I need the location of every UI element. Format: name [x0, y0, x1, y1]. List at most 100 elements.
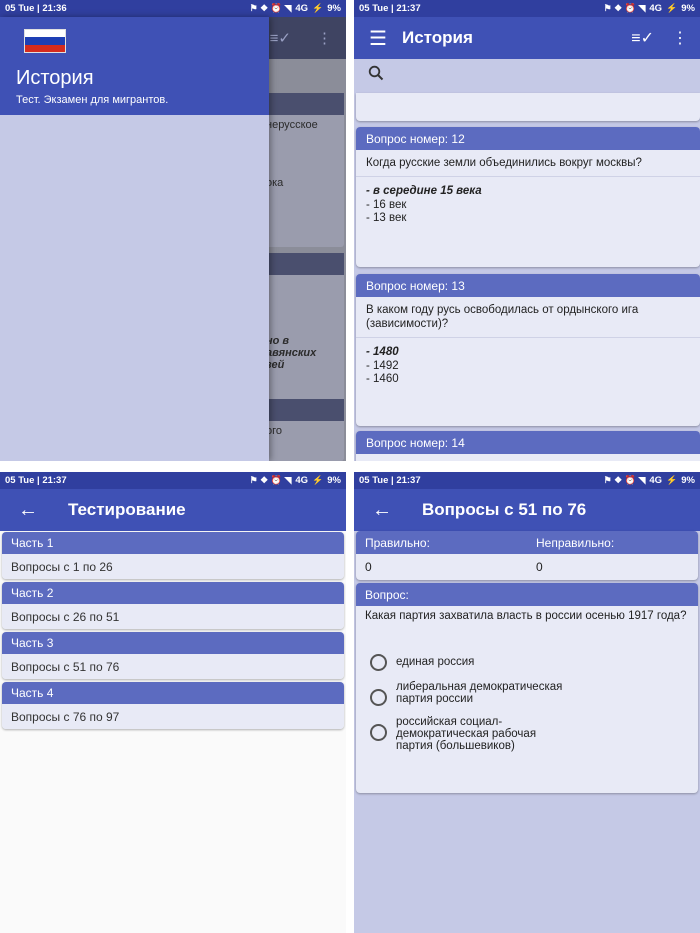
battery-level: 9% — [681, 475, 695, 486]
part-card[interactable]: Часть 4 Вопросы с 76 по 97 — [2, 682, 344, 729]
previous-card-tail — [356, 93, 700, 121]
screen-quiz: 05 Tue | 21:37 ⚑ ❖ ⏰ ◥ 4G ⚡ 9% ← Вопросы… — [354, 472, 700, 933]
part-title: Часть 4 — [2, 682, 344, 704]
option-label: единая россия — [396, 656, 475, 668]
question-card: Вопрос: Какая партия захватила власть в … — [356, 583, 698, 793]
question-text: Когда русские земли объединились вокруг … — [366, 157, 642, 169]
back-arrow-icon[interactable]: ← — [0, 499, 56, 522]
score-card: Правильно: Неправильно: 0 0 — [356, 531, 698, 580]
dimmed-text: ого — [266, 425, 283, 437]
option-label: российская социал-демократическая рабоча… — [396, 716, 537, 752]
question-text: В каком году русь освободилась от ордынс… — [366, 304, 639, 330]
dimmed-card: нерусское — [264, 93, 344, 167]
battery-icon: ⚡ — [666, 3, 678, 13]
network-label: 4G — [649, 3, 663, 14]
battery-level: 9% — [327, 475, 341, 486]
question-card[interactable]: Вопрос номер: 12 Когда русские земли объ… — [356, 127, 700, 267]
question-label: Вопрос: — [356, 583, 698, 606]
answer-item: - 1492 — [366, 359, 399, 372]
dimmed-card: ого — [264, 399, 344, 461]
part-title: Часть 2 — [2, 582, 344, 604]
page-title: Тестирование — [68, 500, 186, 519]
russian-flag-icon — [24, 29, 66, 53]
back-arrow-icon[interactable]: ← — [354, 499, 410, 522]
option-label: либеральная демократическая партия росси… — [396, 681, 563, 705]
question-card[interactable]: Вопрос номер: 14 — [356, 431, 700, 461]
search-bar[interactable] — [354, 59, 700, 91]
notification-icons: ⚑ ❖ ⏰ ◥ — [603, 475, 646, 485]
battery-icon: ⚡ — [312, 475, 324, 485]
screen-drawer-open: 05 Tue | 21:36 ⚑ ❖ ⏰ ◥ 4G ⚡ 9% ≡✓ ⋮ неру… — [0, 0, 346, 461]
answer-list: - 1480 - 1492 - 1460 — [356, 338, 700, 395]
part-title: Часть 1 — [2, 532, 344, 554]
app-bar: ☰ История ≡✓ ⋮ — [354, 17, 700, 59]
question-number: Вопрос номер: 14 — [356, 431, 700, 454]
part-card[interactable]: Часть 3 Вопросы с 51 по 76 — [2, 632, 344, 679]
notification-icons: ⚑ ❖ ⏰ ◥ — [249, 475, 292, 485]
battery-level: 9% — [681, 3, 695, 14]
part-range: Вопросы с 76 по 97 — [2, 704, 344, 729]
wrong-count: 0 — [536, 560, 543, 574]
search-icon[interactable] — [368, 65, 384, 86]
question-number: Вопрос номер: 13 — [356, 274, 700, 297]
checklist-icon: ≡✓ — [269, 30, 291, 47]
part-card[interactable]: Часть 2 Вопросы с 26 по 51 — [2, 582, 344, 629]
network-label: 4G — [649, 475, 663, 486]
radio-button[interactable] — [370, 654, 387, 671]
more-vert-icon[interactable]: ⋮ — [672, 28, 688, 48]
answer-item: - 1460 — [366, 373, 399, 385]
menu-icon[interactable]: ☰ — [354, 26, 402, 51]
question-card[interactable]: Вопрос номер: 13 В каком году русь освоб… — [356, 274, 700, 426]
app-bar: ← Тестирование — [0, 489, 346, 531]
app-bar: ← Вопросы с 51 по 76 — [354, 489, 700, 531]
checklist-icon[interactable]: ≡✓ — [631, 28, 654, 48]
correct-answer: - в середине 15 века — [366, 185, 482, 197]
dimmed-card: но в авянских зей — [264, 253, 344, 403]
dimmed-card: ока — [264, 157, 344, 247]
answer-option[interactable]: единая россия — [356, 654, 698, 671]
battery-icon: ⚡ — [666, 475, 678, 485]
dimmed-text: нерусское — [266, 119, 318, 131]
battery-level: 9% — [327, 3, 341, 14]
page-title: История — [402, 28, 473, 47]
answer-item: - 13 век — [366, 212, 407, 224]
question-number: Вопрос номер: 12 — [356, 127, 700, 150]
dimmed-text: но в — [266, 335, 290, 347]
part-title: Часть 3 — [2, 632, 344, 654]
notification-icons: ⚑ ❖ ⏰ ◥ — [603, 3, 646, 13]
network-label: 4G — [295, 475, 309, 486]
battery-icon: ⚡ — [312, 3, 324, 13]
status-time: 05 Tue | 21:36 — [5, 3, 67, 14]
answer-list: - в середине 15 века - 16 век - 13 век — [356, 177, 700, 234]
dimmed-text: зей — [266, 359, 285, 371]
notification-icons: ⚑ ❖ ⏰ ◥ — [249, 3, 292, 13]
answer-option[interactable]: российская социал-демократическая рабоча… — [356, 716, 698, 752]
part-card[interactable]: Часть 1 Вопросы с 1 по 26 — [2, 532, 344, 579]
answer-option[interactable]: либеральная демократическая партия росси… — [356, 681, 698, 706]
navigation-drawer[interactable]: История Тест. Экзамен для мигрантов. — [0, 17, 269, 461]
screen-history-list: 05 Tue | 21:37 ⚑ ❖ ⏰ ◥ 4G ⚡ 9% ☰ История… — [354, 0, 700, 461]
radio-button[interactable] — [370, 689, 387, 706]
dimmed-text: авянских — [266, 347, 317, 359]
part-range: Вопросы с 26 по 51 — [2, 604, 344, 629]
radio-button[interactable] — [370, 724, 387, 741]
screen-testing: 05 Tue | 21:37 ⚑ ❖ ⏰ ◥ 4G ⚡ 9% ← Тестиро… — [0, 472, 346, 933]
page-title: Вопросы с 51 по 76 — [422, 500, 587, 519]
correct-answer: - 1480 — [366, 346, 399, 358]
status-time: 05 Tue | 21:37 — [359, 3, 421, 14]
status-bar: 05 Tue | 21:36 ⚑ ❖ ⏰ ◥ 4G ⚡ 9% — [0, 0, 346, 17]
status-bar: 05 Tue | 21:37 ⚑ ❖ ⏰ ◥ 4G ⚡ 9% — [0, 472, 346, 489]
part-range: Вопросы с 1 по 26 — [2, 554, 344, 579]
wrong-label: Неправильно: — [536, 535, 615, 550]
status-bar: 05 Tue | 21:37 ⚑ ❖ ⏰ ◥ 4G ⚡ 9% — [354, 0, 700, 17]
status-bar: 05 Tue | 21:37 ⚑ ❖ ⏰ ◥ 4G ⚡ 9% — [354, 472, 700, 489]
drawer-subtitle: Тест. Экзамен для мигрантов. — [16, 94, 169, 106]
part-range: Вопросы с 51 по 76 — [2, 654, 344, 679]
dimmed-actions: ≡✓ ⋮ — [270, 29, 332, 47]
drawer-header: История Тест. Экзамен для мигрантов. — [0, 17, 269, 115]
status-time: 05 Tue | 21:37 — [359, 475, 421, 486]
network-label: 4G — [295, 3, 309, 14]
status-time: 05 Tue | 21:37 — [5, 475, 67, 486]
drawer-title: История — [16, 67, 94, 89]
question-text: Какая партия захватила власть в россии о… — [365, 610, 687, 622]
